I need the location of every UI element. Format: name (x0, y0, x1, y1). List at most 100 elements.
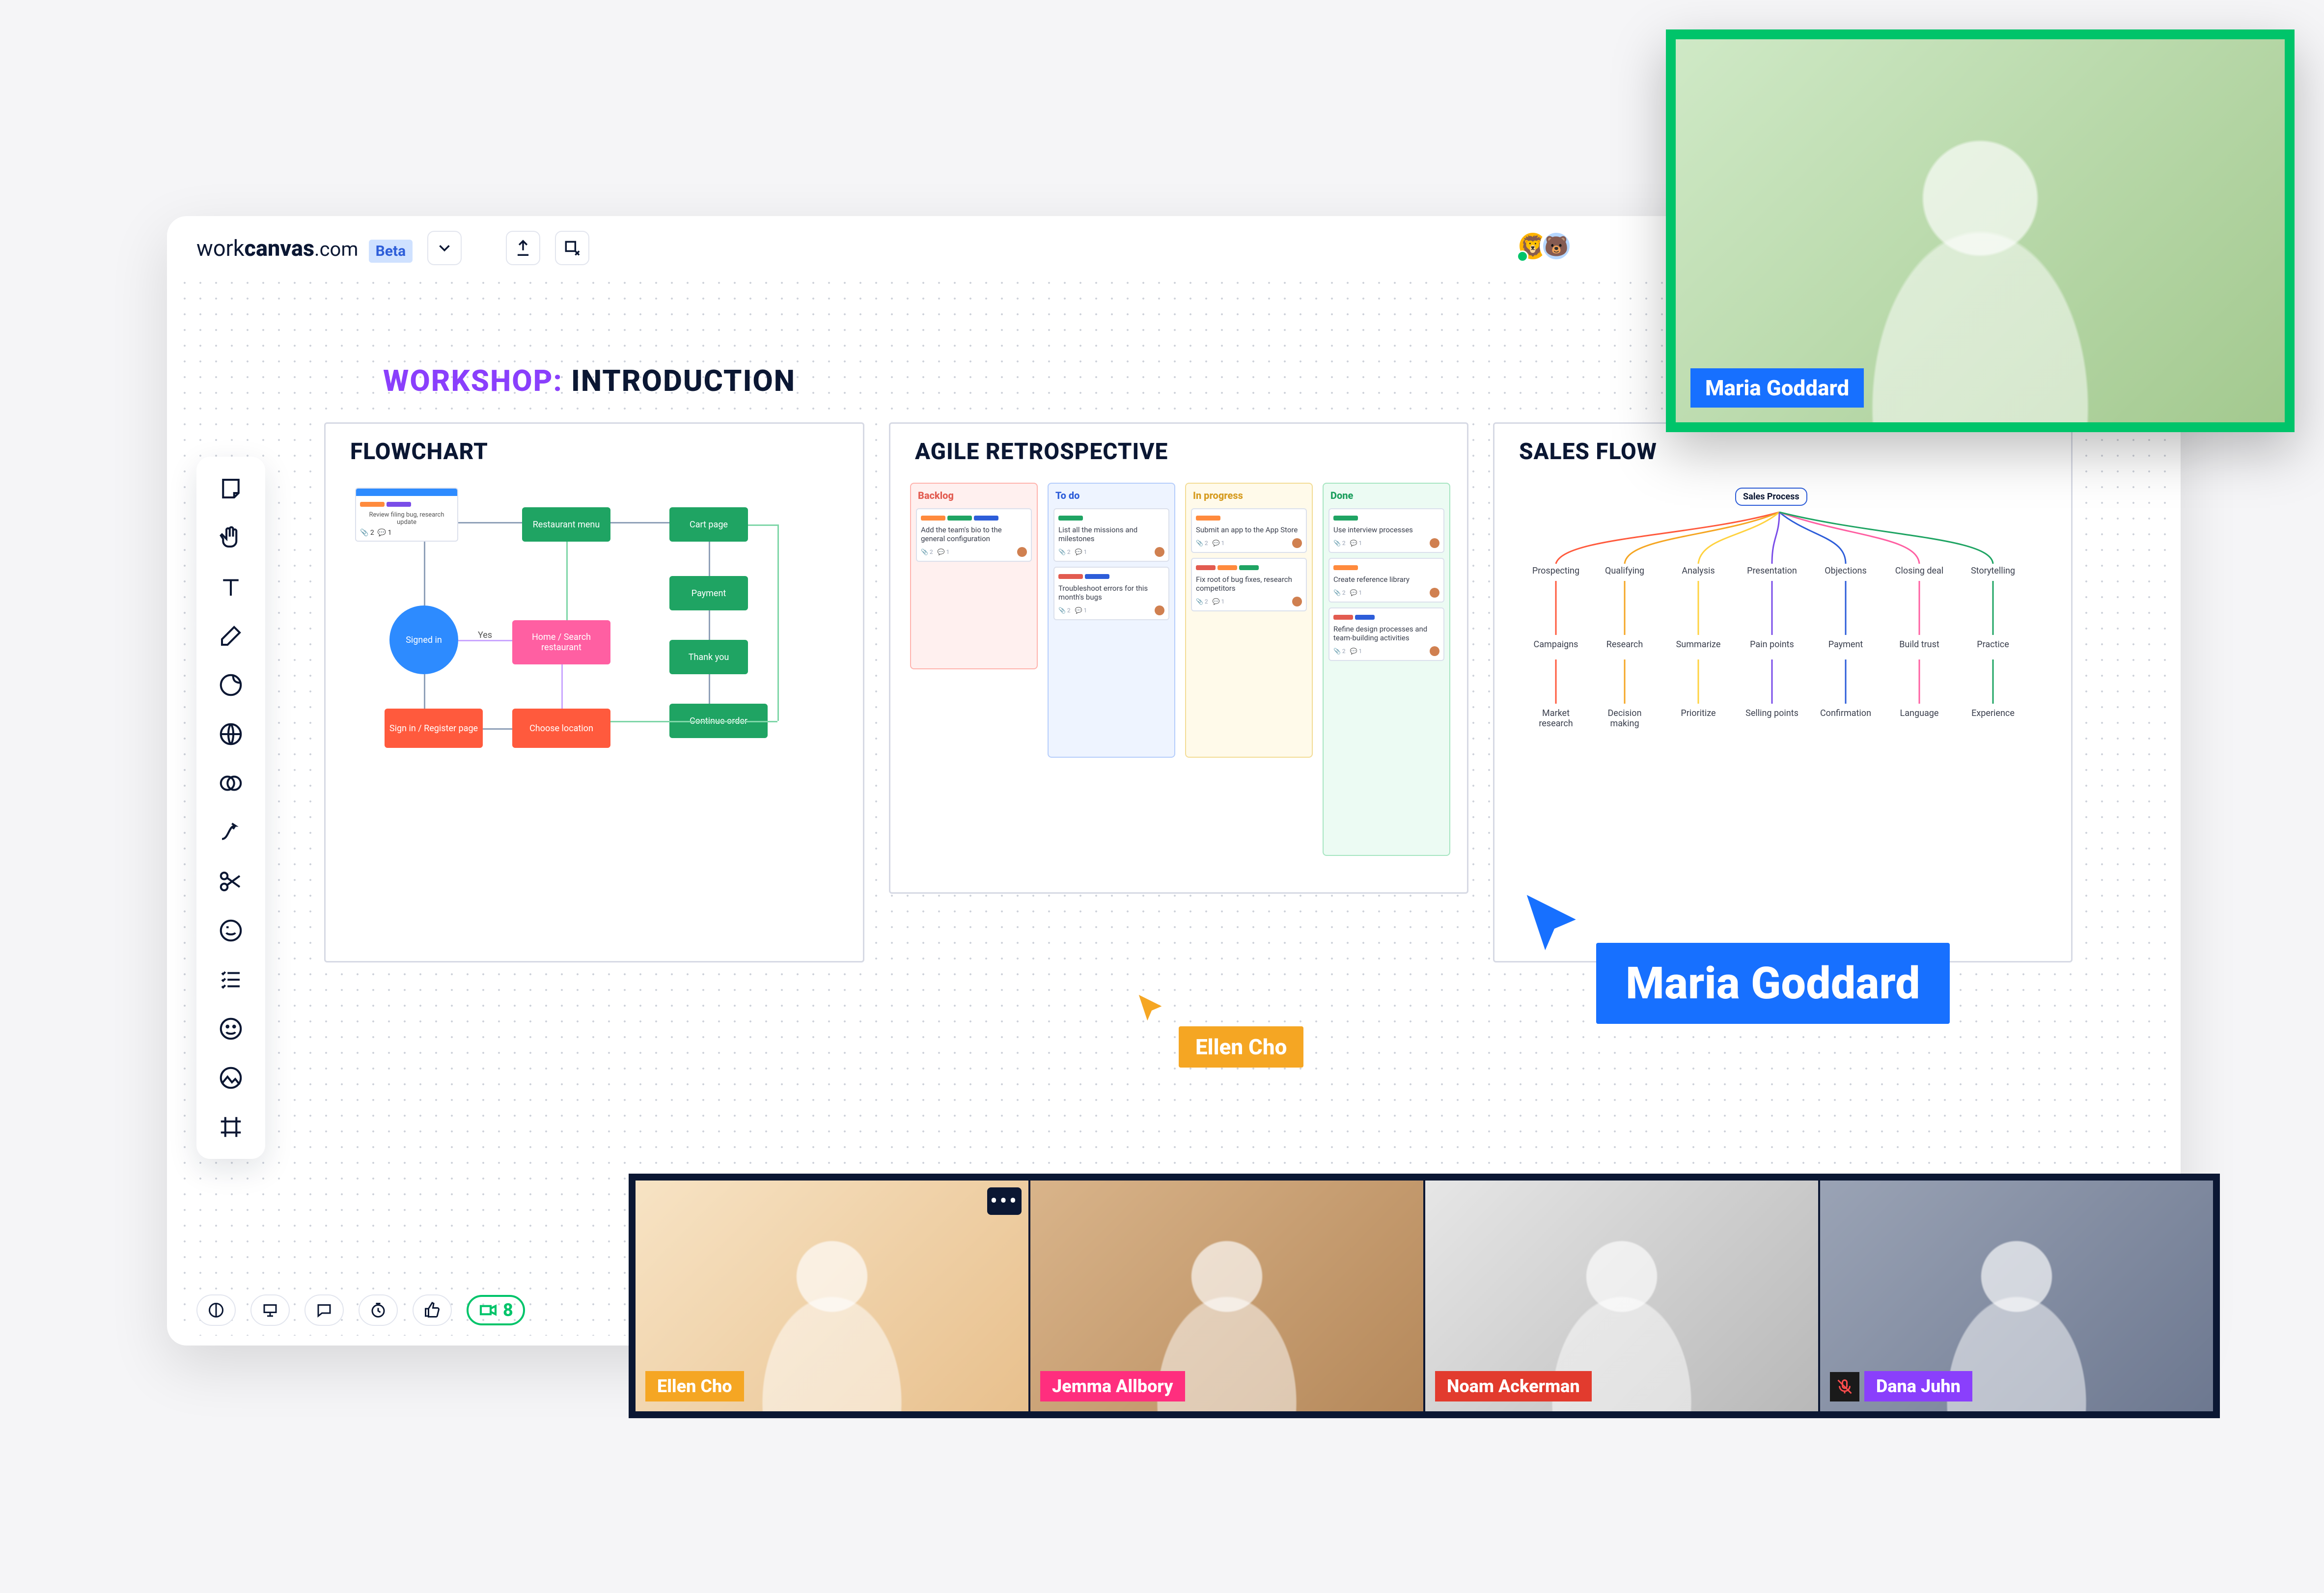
kanban-card[interactable]: Fix root of bug fixes, research competit… (1191, 558, 1307, 611)
title-main: INTRODUCTION (571, 363, 796, 398)
kanban-col-todo: To do List all the missions and mileston… (1048, 483, 1175, 758)
kanban-card[interactable]: Refine design processes and team-buildin… (1328, 607, 1444, 661)
tool-smiley[interactable] (214, 1012, 248, 1046)
presentation-icon (261, 1301, 279, 1319)
kanban-col-done: Done Use interview processes 📎 2 💬 1 Cre… (1323, 483, 1450, 856)
present-button[interactable] (555, 231, 589, 265)
kanban-card[interactable]: Submit an app to the App Store 📎 2 💬 1 (1191, 508, 1307, 553)
chevron-down-icon (435, 239, 454, 257)
video-tile[interactable]: Dana Juhn (1820, 1181, 2213, 1411)
tool-pen[interactable] (214, 619, 248, 653)
tool-sticky-note[interactable] (214, 471, 248, 506)
scissors-icon (218, 868, 244, 895)
tool-connector[interactable] (214, 815, 248, 850)
flow-node-card: Review filing bug, research update 📎 2 💬… (355, 488, 458, 542)
beta-badge: Beta (369, 240, 413, 263)
dropdown-button[interactable] (427, 231, 462, 265)
video-name-label: Jemma Allbory (1040, 1371, 1185, 1401)
presentation-cursor-icon (563, 239, 581, 257)
pen-icon (218, 623, 244, 649)
card-agile-retro[interactable]: AGILE RETROSPECTIVE Backlog Add the team… (889, 422, 1468, 894)
avatar[interactable]: 🐻 (1541, 231, 1572, 261)
tile-menu-button[interactable]: ••• (987, 1187, 1022, 1215)
col-head: In progress (1190, 488, 1308, 503)
card-flowchart[interactable]: FLOWCHART Review filing bug, research up… (324, 422, 864, 962)
frame-grid-icon (218, 1114, 244, 1140)
checklist-icon (218, 966, 244, 993)
sticker-icon (218, 672, 244, 698)
tool-image[interactable] (214, 1061, 248, 1095)
flow-node: Choose location (512, 709, 610, 748)
card-sales-flow[interactable]: SALES FLOW Sales Process Prospecting Qua… (1493, 422, 2073, 962)
flow-node: Sign in / Register page (385, 709, 483, 748)
tool-combine[interactable] (214, 766, 248, 800)
cursor-label: Ellen Cho (1179, 1026, 1303, 1068)
share-button[interactable] (506, 231, 540, 265)
kanban-card[interactable]: Use interview processes 📎 2 💬 1 (1328, 508, 1444, 553)
cursor-icon (1518, 889, 1591, 962)
card-title: AGILE RETROSPECTIVE (915, 439, 1168, 465)
tool-hand[interactable] (214, 521, 248, 555)
bottom-camera-participants[interactable]: 8 (467, 1295, 525, 1325)
col-head: To do (1052, 488, 1170, 503)
remote-cursor-ellen: Ellen Cho (1134, 992, 1169, 1028)
text-icon (218, 574, 244, 600)
video-name-label: Dana Juhn (1864, 1371, 1972, 1401)
camera-icon (478, 1300, 498, 1320)
col-head: Backlog (915, 488, 1033, 503)
shape-3d-icon (218, 721, 244, 747)
presence-avatars: 🦁 🐻 (1524, 231, 1572, 261)
kanban-col-backlog: Backlog Add the team's bio to the genera… (910, 483, 1038, 669)
video-tile[interactable]: ••• Ellen Cho (636, 1181, 1028, 1411)
timer-icon (369, 1301, 387, 1319)
sticky-note-icon (218, 475, 244, 502)
cursor-label: Maria Goddard (1596, 943, 1950, 1024)
flow-node: Thank you (669, 640, 748, 674)
card-title: FLOWCHART (350, 439, 488, 465)
share-upload-icon (514, 239, 532, 257)
smiley-icon (218, 1016, 244, 1042)
app-header: workcanvas.com Beta (196, 231, 589, 265)
video-name-label: Noam Ackerman (1435, 1371, 1592, 1401)
kanban-card[interactable]: Troubleshoot errors for this month's bug… (1053, 567, 1169, 620)
logo-ext: .com (314, 238, 358, 261)
video-tile[interactable]: Jemma Allbory (1030, 1181, 1423, 1411)
video-strip: ••• Ellen Cho Jemma Allbory Noam Ackerma… (629, 1174, 2220, 1418)
tool-shape[interactable] (214, 717, 248, 751)
logo-part1: work (196, 235, 245, 261)
chat-icon (315, 1301, 333, 1319)
participant-count: 8 (503, 1300, 513, 1320)
tool-frame[interactable] (214, 1110, 248, 1144)
muted-indicator (1830, 1372, 1859, 1401)
tool-sticker[interactable] (214, 668, 248, 702)
cursor-icon (1134, 992, 1169, 1026)
thumbs-up-icon (423, 1301, 441, 1319)
bottom-toolbar: 8 (196, 1294, 525, 1326)
flow-node: Home / Search restaurant (512, 620, 610, 664)
kanban-card[interactable]: Create reference library 📎 2 💬 1 (1328, 558, 1444, 603)
bottom-chat-button[interactable] (304, 1294, 344, 1326)
kanban-card[interactable]: Add the team's bio to the general config… (916, 508, 1032, 562)
flow-node: Restaurant menu (522, 507, 610, 542)
hand-icon (218, 524, 244, 551)
page-title: WORKSHOP: INTRODUCTION (383, 363, 796, 398)
bottom-timer-button[interactable] (359, 1294, 398, 1326)
video-tile[interactable]: Noam Ackerman (1425, 1181, 1818, 1411)
mic-muted-icon (1836, 1378, 1854, 1396)
bottom-reactions-button[interactable] (413, 1294, 452, 1326)
person-placeholder (1676, 39, 2285, 422)
tool-checklist[interactable] (214, 962, 248, 997)
kanban-col-inprogress: In progress Submit an app to the App Sto… (1185, 483, 1313, 758)
kanban-card[interactable]: List all the missions and milestones 📎 2… (1053, 508, 1169, 562)
bottom-contrast-button[interactable] (196, 1294, 236, 1326)
half-circle-icon (207, 1301, 225, 1319)
flow-node: Payment (669, 576, 748, 610)
tool-scissors[interactable] (214, 864, 248, 899)
toolbox (196, 457, 265, 1159)
overlap-circles-icon (218, 770, 244, 796)
tool-emoji[interactable] (214, 913, 248, 948)
bottom-present-button[interactable] (250, 1294, 290, 1326)
emoji-wink-icon (218, 917, 244, 944)
speaker-video-tile[interactable]: Maria Goddard (1666, 29, 2295, 432)
tool-text[interactable] (214, 570, 248, 604)
